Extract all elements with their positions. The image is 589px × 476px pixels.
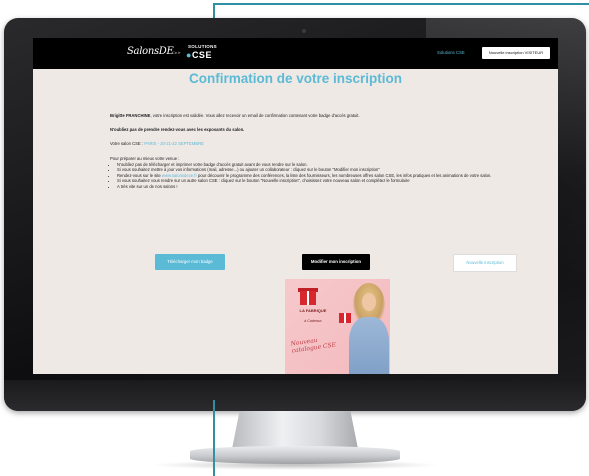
salon-label: Votre salon CSE : [110,141,145,146]
screen: SalonsDE Ce.fr SOLUTIONS ●CSE Solutions … [33,38,558,374]
list-item-text: Rendez-vous sur le site [117,172,162,178]
new-registration-button[interactable]: Nouvelle inscription [453,254,517,272]
webcam-icon [302,29,306,33]
logo-cse-text: CSE [191,50,212,60]
promo-woman-body [349,317,389,374]
monitor-chin [4,380,586,411]
logo-script[interactable]: SalonsDE [127,46,174,57]
page-title: Confirmation de votre inscription [188,71,402,86]
salon-value: PARIS - 20-21-22 SEPTEMBRE [144,141,204,146]
download-badge-button[interactable]: Télécharger mon badge [155,254,225,270]
nav-link-solutions-cse[interactable]: Solutions CSE [437,50,465,55]
list-item: A très vite sur un de nos salons ! [117,184,500,190]
logo-cse[interactable]: ●CSE [186,50,212,60]
reminder-text: N'oubliez pas de prendre rendez-vous ave… [110,127,245,132]
gift-box-icon [300,291,316,305]
new-visitor-registration-button[interactable]: Nouvelle inscription VISITEUR [482,47,550,59]
promo-script-text: Nouveau catalogue CSE [290,336,337,355]
promo-gift-icon [339,313,351,323]
monitor-stand-base [190,446,400,464]
salon-website-link[interactable]: www.salonsdece.fr [162,173,197,178]
preparation-section: Pour préparer au mieux votre venue : N'o… [110,156,500,190]
promo-subtitle: à Cadeaux [304,319,322,323]
salon-info: Votre salon CSE : PARIS - 20-21-22 SEPTE… [110,141,500,147]
monitor-stand-neck [232,411,358,449]
decorative-line-vertical-bottom [213,400,215,476]
promo-woman-face [362,293,376,311]
promo-banner[interactable]: LA FABRIQUE à Cadeaux Nouveau catalogue … [285,279,390,374]
logo-solutions: SOLUTIONS [188,44,217,49]
decorative-line-top [213,3,589,5]
reminder-message: N'oubliez pas de prendre rendez-vous ave… [110,127,500,133]
promo-brand: LA FABRIQUE [299,308,327,313]
logo-small-text: Ce.fr [172,50,181,55]
list-item-text: pour découvrir le programme des conféren… [196,172,492,178]
preparation-list: N'oubliez pas de télécharger et imprimer… [110,162,500,190]
site-header: SalonsDE Ce.fr SOLUTIONS ●CSE Solutions … [33,38,558,69]
confirmation-message: Brigitte FRANCHINE, votre inscription es… [110,113,500,119]
confirmation-text: , votre inscription est validée. Vous al… [150,113,360,118]
visitor-name: Brigitte FRANCHINE [110,113,151,118]
modify-registration-button[interactable]: Modifier mon inscription [302,254,370,270]
